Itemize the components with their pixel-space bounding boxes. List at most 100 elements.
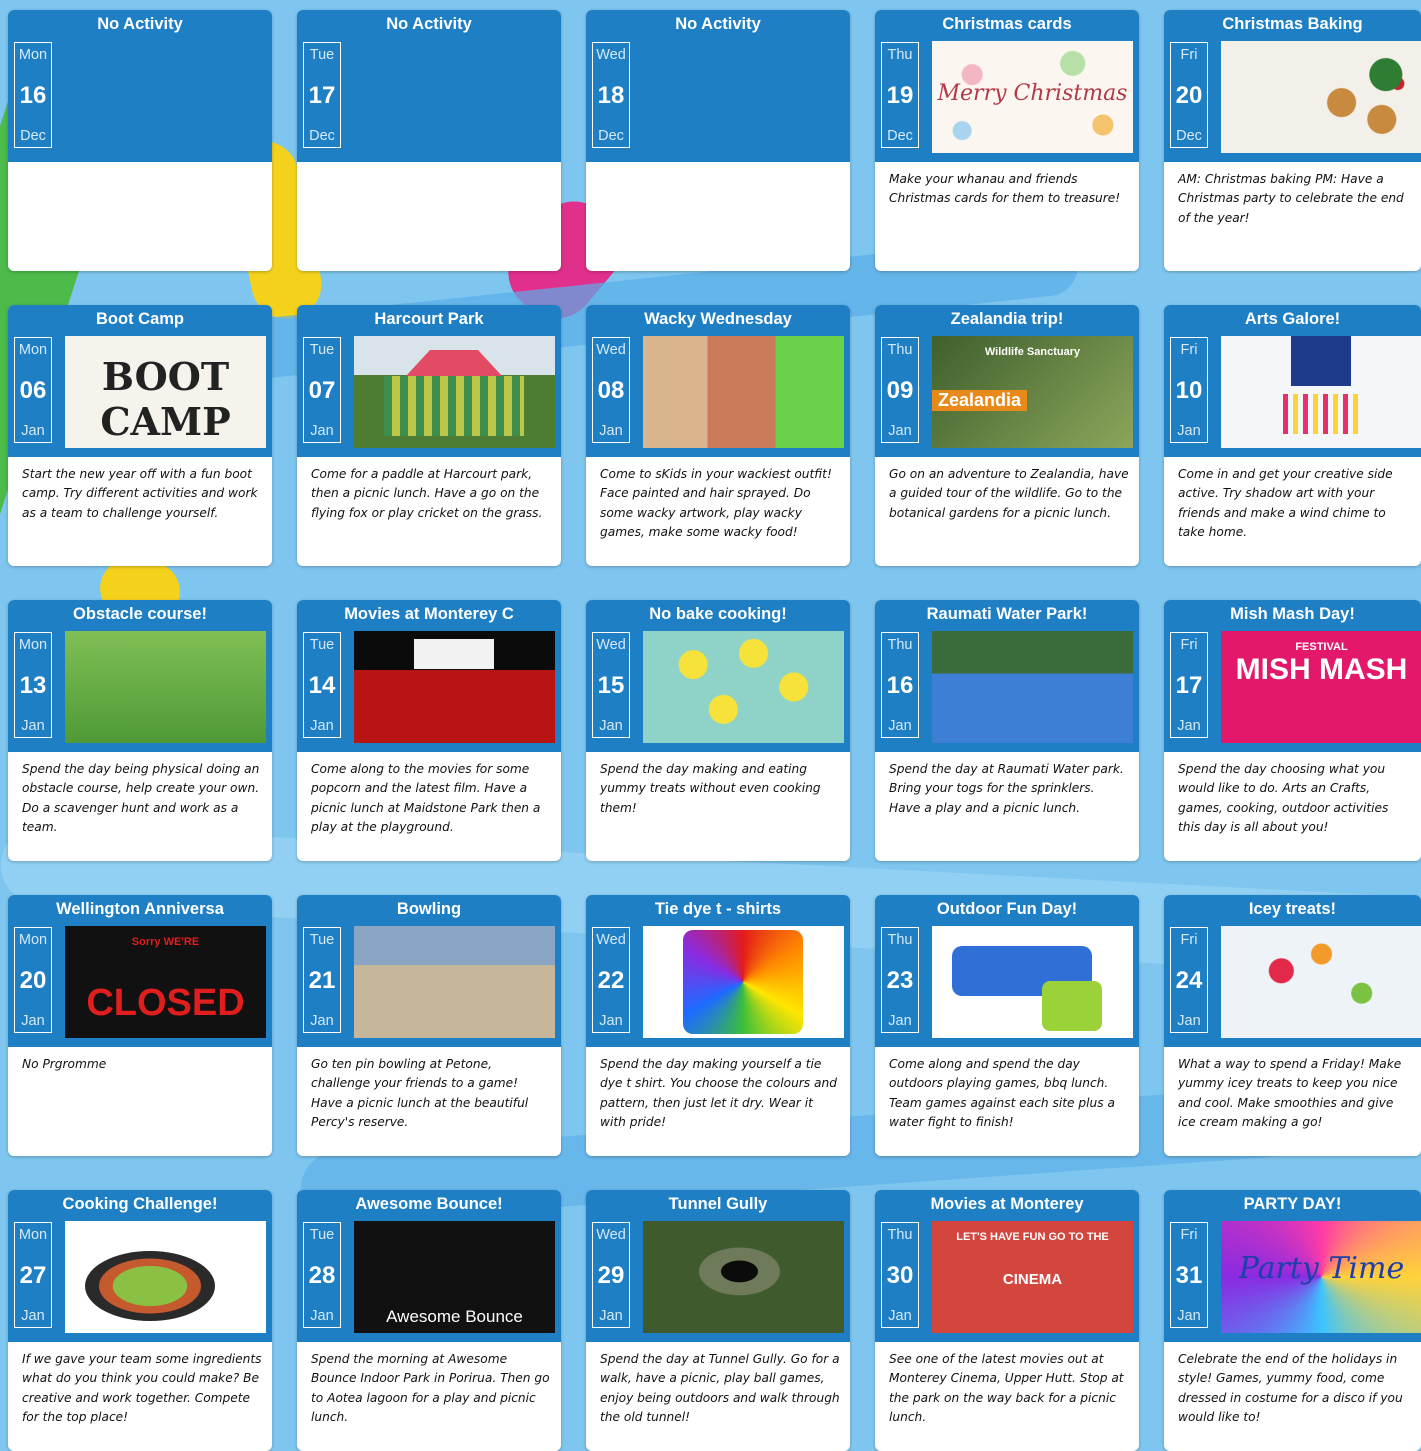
day-number: 13 [19, 671, 47, 699]
month-label: Jan [599, 1308, 623, 1324]
day-of-week: Fri [1180, 342, 1198, 358]
date-box: Wed 29 Jan [592, 1222, 630, 1328]
activity-description: No Prgromme [22, 1057, 107, 1071]
month-label: Jan [21, 1308, 45, 1324]
activity-title: Mish Mash Day! [1164, 600, 1421, 628]
water-park-image [932, 631, 1133, 743]
month-label: Jan [21, 718, 45, 734]
month-label: Jan [888, 1308, 912, 1324]
image-text: CINEMA [1002, 1271, 1063, 1288]
activity-title: Christmas Baking [1164, 10, 1421, 38]
activity-title: Arts Galore! [1164, 305, 1421, 333]
activity-card: No Activity Mon 16 Dec [8, 10, 272, 271]
day-of-week: Wed [596, 932, 626, 948]
activity-title: Obstacle course! [8, 600, 272, 628]
activity-card: Awesome Bounce! Tue 28 Jan Awesome Bounce Spe… [297, 1190, 561, 1451]
date-box: Tue 07 Jan [303, 337, 341, 443]
boot-camp-logo-image: BOOT CAMP [65, 336, 266, 448]
activity-header: Tue 07 Jan [297, 333, 561, 457]
zealandia-image: Wildlife Sanctuary Zealandia [932, 336, 1133, 448]
activity-header: Mon 16 Dec [8, 38, 272, 162]
obstacle-course-image [65, 631, 266, 743]
activity-card: Tunnel Gully Wed 29 Jan Spend the day at Tun… [586, 1190, 850, 1451]
activity-description: Spend the day making and eating yummy tr… [600, 762, 821, 815]
activity-header: Thu 19 Dec Merry Christmas [875, 38, 1139, 162]
month-label: Jan [21, 1013, 45, 1029]
month-label: Jan [888, 1013, 912, 1029]
spongebob-treats-image [643, 631, 844, 743]
day-number: 21 [308, 966, 336, 994]
activity-card: Movies at Monterey Thu 30 Jan LET'S HAVE FUN… [875, 1190, 1139, 1451]
activity-card: Christmas Baking Fri 20 Dec AM: Christmas ba… [1164, 10, 1421, 271]
day-of-week: Wed [596, 342, 626, 358]
activity-description: Celebrate the end of the holidays in sty… [1178, 1352, 1403, 1425]
activity-header: Fri 24 Jan [1164, 923, 1421, 1047]
day-number: 09 [886, 376, 914, 404]
tunnel-image [643, 1221, 844, 1333]
date-box: Thu 30 Jan [881, 1222, 919, 1328]
activity-header: Mon 20 Jan Sorry WE'RE CLOSED [8, 923, 272, 1047]
month-label: Dec [598, 128, 624, 144]
activity-description: Start the new year off with a fun boot c… [22, 467, 258, 520]
month-label: Dec [887, 128, 913, 144]
activity-title: No bake cooking! [586, 600, 850, 628]
activity-title: Christmas cards [875, 10, 1139, 38]
month-label: Jan [1177, 1308, 1201, 1324]
day-of-week: Mon [18, 932, 48, 948]
day-of-week: Wed [596, 1227, 626, 1243]
day-number: 17 [1175, 671, 1203, 699]
activity-title: Raumati Water Park! [875, 600, 1139, 628]
day-number: 16 [19, 81, 47, 109]
activity-header: Tue 28 Jan Awesome Bounce [297, 1218, 561, 1342]
date-box: Mon 27 Jan [14, 1222, 52, 1328]
activity-title: PARTY DAY! [1164, 1190, 1421, 1218]
date-box: Wed 15 Jan [592, 632, 630, 738]
date-box: Fri 24 Jan [1170, 927, 1208, 1033]
image-text: BOOT CAMP [100, 354, 231, 444]
activity-title: No Activity [297, 10, 561, 38]
activity-header: Fri 10 Jan [1164, 333, 1421, 457]
activity-card: Icey treats! Fri 24 Jan What a way to spend … [1164, 895, 1421, 1156]
activity-header: Wed 29 Jan [586, 1218, 850, 1342]
date-box: Thu 19 Dec [881, 42, 919, 148]
activity-card: Bowling Tue 21 Jan Go ten pin bowling at Pet… [297, 895, 561, 1156]
day-number: 20 [19, 966, 47, 994]
date-box: Thu 09 Jan [881, 337, 919, 443]
activity-card: Mish Mash Day! Fri 17 Jan FESTIVAL MISH MASH S… [1164, 600, 1421, 861]
activity-card: Christmas cards Thu 19 Dec Merry Christmas Ma… [875, 10, 1139, 271]
activity-header: Thu 09 Jan Wildlife Sanctuary Zealandia [875, 333, 1139, 457]
day-number: 22 [597, 966, 625, 994]
image-subtext: Sorry WE'RE [131, 936, 200, 948]
day-number: 14 [308, 671, 336, 699]
activity-title: Boot Camp [8, 305, 272, 333]
day-of-week: Fri [1180, 1227, 1198, 1243]
activity-description: Spend the day choosing what you would li… [1178, 762, 1389, 835]
activity-title: Zealandia trip! [875, 305, 1139, 333]
month-label: Jan [599, 718, 623, 734]
activity-card: Zealandia trip! Thu 09 Jan Wildlife Sanctuar… [875, 305, 1139, 566]
date-box: Thu 16 Jan [881, 632, 919, 738]
date-box: Fri 17 Jan [1170, 632, 1208, 738]
day-of-week: Thu [887, 1227, 913, 1243]
activity-card: Outdoor Fun Day! Thu 23 Jan Come along and s… [875, 895, 1139, 1156]
activity-title: No Activity [586, 10, 850, 38]
activity-description: Go on an adventure to Zealandia, have a … [889, 467, 1129, 520]
day-of-week: Mon [18, 1227, 48, 1243]
month-label: Jan [21, 423, 45, 439]
cinema-seats-image [354, 631, 555, 743]
activity-header: Mon 06 Jan BOOT CAMP [8, 333, 272, 457]
activity-title: Cooking Challenge! [8, 1190, 272, 1218]
day-number: 10 [1175, 376, 1203, 404]
date-box: Mon 16 Dec [14, 42, 52, 148]
image-subtext: Wildlife Sanctuary [984, 346, 1081, 358]
day-number: 28 [308, 1261, 336, 1289]
date-box: Wed 22 Jan [592, 927, 630, 1033]
day-of-week: Tue [309, 47, 335, 63]
activity-header: Fri 31 Jan Party Time [1164, 1218, 1421, 1342]
day-of-week: Wed [596, 637, 626, 653]
stir-fry-image [65, 1221, 266, 1333]
day-number: 30 [886, 1261, 914, 1289]
day-of-week: Mon [18, 47, 48, 63]
image-text: Merry Christmas [937, 81, 1128, 106]
image-subtext: FESTIVAL [1295, 641, 1348, 653]
